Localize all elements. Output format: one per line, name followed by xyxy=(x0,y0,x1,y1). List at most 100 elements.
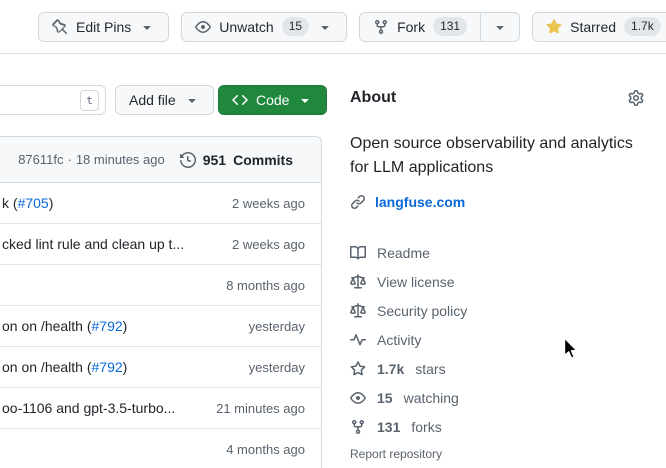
fork-dropdown-button[interactable] xyxy=(480,12,520,42)
about-links-list: Readme View license Security policy Acti… xyxy=(350,238,650,441)
commit-message-text: ) xyxy=(123,359,128,375)
commit-message[interactable]: cked lint rule and clean up t... xyxy=(2,236,184,252)
commit-message-text: cked lint rule and clean up t... xyxy=(2,236,184,252)
eye-icon xyxy=(350,390,366,406)
report-repository-link[interactable]: Report repository xyxy=(350,447,650,461)
shortcut-key-hint: t xyxy=(80,90,99,111)
website-row: langfuse.com xyxy=(350,192,650,212)
about-sidebar: About Open source observability and anal… xyxy=(350,88,650,461)
chevron-down-icon xyxy=(492,19,508,35)
commit-message-text: on on /health ( xyxy=(2,359,92,375)
code-label: Code xyxy=(256,92,289,108)
table-row: cked lint rule and clean up t... 2 weeks… xyxy=(0,224,321,265)
repo-action-bar: Edit Pins Unwatch 15 Fork 131 xyxy=(0,0,666,54)
gear-icon[interactable] xyxy=(628,90,644,106)
starred-label: Starred xyxy=(570,19,616,35)
commit-date: yesterday xyxy=(249,360,305,375)
fork-count-badge: 131 xyxy=(433,17,467,36)
repo-forked-icon xyxy=(350,419,366,435)
watch-count-badge: 15 xyxy=(282,17,309,36)
edit-pins-button[interactable]: Edit Pins xyxy=(38,12,169,42)
fork-button-group: Fork 131 xyxy=(359,12,520,42)
watching-link[interactable]: 15 watching xyxy=(350,383,650,412)
unwatch-label: Unwatch xyxy=(219,19,273,35)
stars-label: stars xyxy=(415,361,445,377)
dot-separator: · xyxy=(67,152,71,167)
fork-button[interactable]: Fork 131 xyxy=(359,12,480,42)
commit-date: 21 minutes ago xyxy=(216,401,305,416)
eye-icon xyxy=(195,19,211,35)
table-row: 8 months ago xyxy=(0,265,321,306)
repo-description: Open source observability and analytics … xyxy=(350,132,650,180)
readme-link[interactable]: Readme xyxy=(350,238,650,267)
pulse-icon xyxy=(350,332,366,348)
table-row: k (#705) 2 weeks ago xyxy=(0,183,321,224)
commits-history-link[interactable]: 951 Commits xyxy=(180,152,293,168)
repo-forked-icon xyxy=(373,19,389,35)
law-icon xyxy=(350,274,366,290)
security-policy-label: Security policy xyxy=(377,303,467,319)
security-policy-link[interactable]: Security policy xyxy=(350,296,650,325)
commit-message-text: on on /health ( xyxy=(2,318,92,334)
stars-link[interactable]: 1.7k stars xyxy=(350,354,650,383)
forks-label: forks xyxy=(411,419,441,435)
latest-commit-info[interactable]: 87611fc · 18 minutes ago xyxy=(18,152,165,167)
fork-label: Fork xyxy=(397,19,425,35)
forks-link[interactable]: 131 forks xyxy=(350,412,650,441)
activity-label: Activity xyxy=(377,332,421,348)
commits-label: Commits xyxy=(233,152,293,168)
readme-label: Readme xyxy=(377,245,430,261)
view-license-label: View license xyxy=(377,274,455,290)
commit-message-text: ) xyxy=(123,318,128,334)
commit-message-text: ) xyxy=(49,195,54,211)
chevron-down-icon xyxy=(297,92,313,108)
github-repo-page: Edit Pins Unwatch 15 Fork 131 xyxy=(0,0,666,468)
star-button-group: Starred 1.7k xyxy=(532,12,666,42)
stars-count: 1.7k xyxy=(377,361,404,377)
commit-message[interactable]: oo-1106 and gpt-3.5-turbo... xyxy=(2,400,175,416)
book-icon xyxy=(350,245,366,261)
commit-sha[interactable]: 87611fc xyxy=(18,152,63,167)
commit-date: 8 months ago xyxy=(226,278,305,293)
add-file-label: Add file xyxy=(129,92,176,108)
commit-message-text: oo-1106 and gpt-3.5-turbo... xyxy=(2,400,175,416)
starred-button[interactable]: Starred 1.7k xyxy=(532,12,666,42)
edit-pins-label: Edit Pins xyxy=(76,19,131,35)
commit-message[interactable]: k (#705) xyxy=(2,195,53,211)
star-filled-icon xyxy=(546,19,562,35)
code-button[interactable]: Code xyxy=(218,85,327,115)
forks-count: 131 xyxy=(377,419,400,435)
add-file-button[interactable]: Add file xyxy=(115,85,214,115)
link-icon xyxy=(350,194,366,210)
file-browser-panel: 87611fc · 18 minutes ago 951 Commits k (… xyxy=(0,136,322,468)
star-icon xyxy=(350,361,366,377)
chevron-down-icon xyxy=(317,19,333,35)
chevron-down-icon xyxy=(184,92,200,108)
activity-link[interactable]: Activity xyxy=(350,325,650,354)
issue-link[interactable]: #792 xyxy=(92,318,123,334)
history-icon xyxy=(180,152,196,168)
latest-commit-bar: 87611fc · 18 minutes ago 951 Commits xyxy=(0,137,321,183)
watching-count: 15 xyxy=(377,390,393,406)
commit-date: 2 weeks ago xyxy=(232,237,305,252)
commit-time: 18 minutes ago xyxy=(76,152,165,167)
chevron-down-icon xyxy=(139,19,155,35)
commit-date: yesterday xyxy=(249,319,305,334)
table-row: on on /health (#792) yesterday xyxy=(0,306,321,347)
commit-count: 951 xyxy=(203,152,226,168)
website-link[interactable]: langfuse.com xyxy=(375,194,465,210)
commit-message[interactable]: on on /health (#792) xyxy=(2,318,127,334)
table-row: oo-1106 and gpt-3.5-turbo... 21 minutes … xyxy=(0,388,321,429)
code-icon xyxy=(232,92,248,108)
unwatch-button[interactable]: Unwatch 15 xyxy=(181,12,347,42)
view-license-link[interactable]: View license xyxy=(350,267,650,296)
goto-file-input[interactable]: t xyxy=(0,85,106,115)
star-count-badge: 1.7k xyxy=(624,17,661,36)
commit-date: 2 weeks ago xyxy=(232,196,305,211)
commit-date: 4 months ago xyxy=(226,442,305,457)
table-row: on on /health (#792) yesterday xyxy=(0,347,321,388)
issue-link[interactable]: #792 xyxy=(92,359,123,375)
commit-message[interactable]: on on /health (#792) xyxy=(2,359,127,375)
issue-link[interactable]: #705 xyxy=(18,195,49,211)
table-row: 4 months ago xyxy=(0,429,321,468)
